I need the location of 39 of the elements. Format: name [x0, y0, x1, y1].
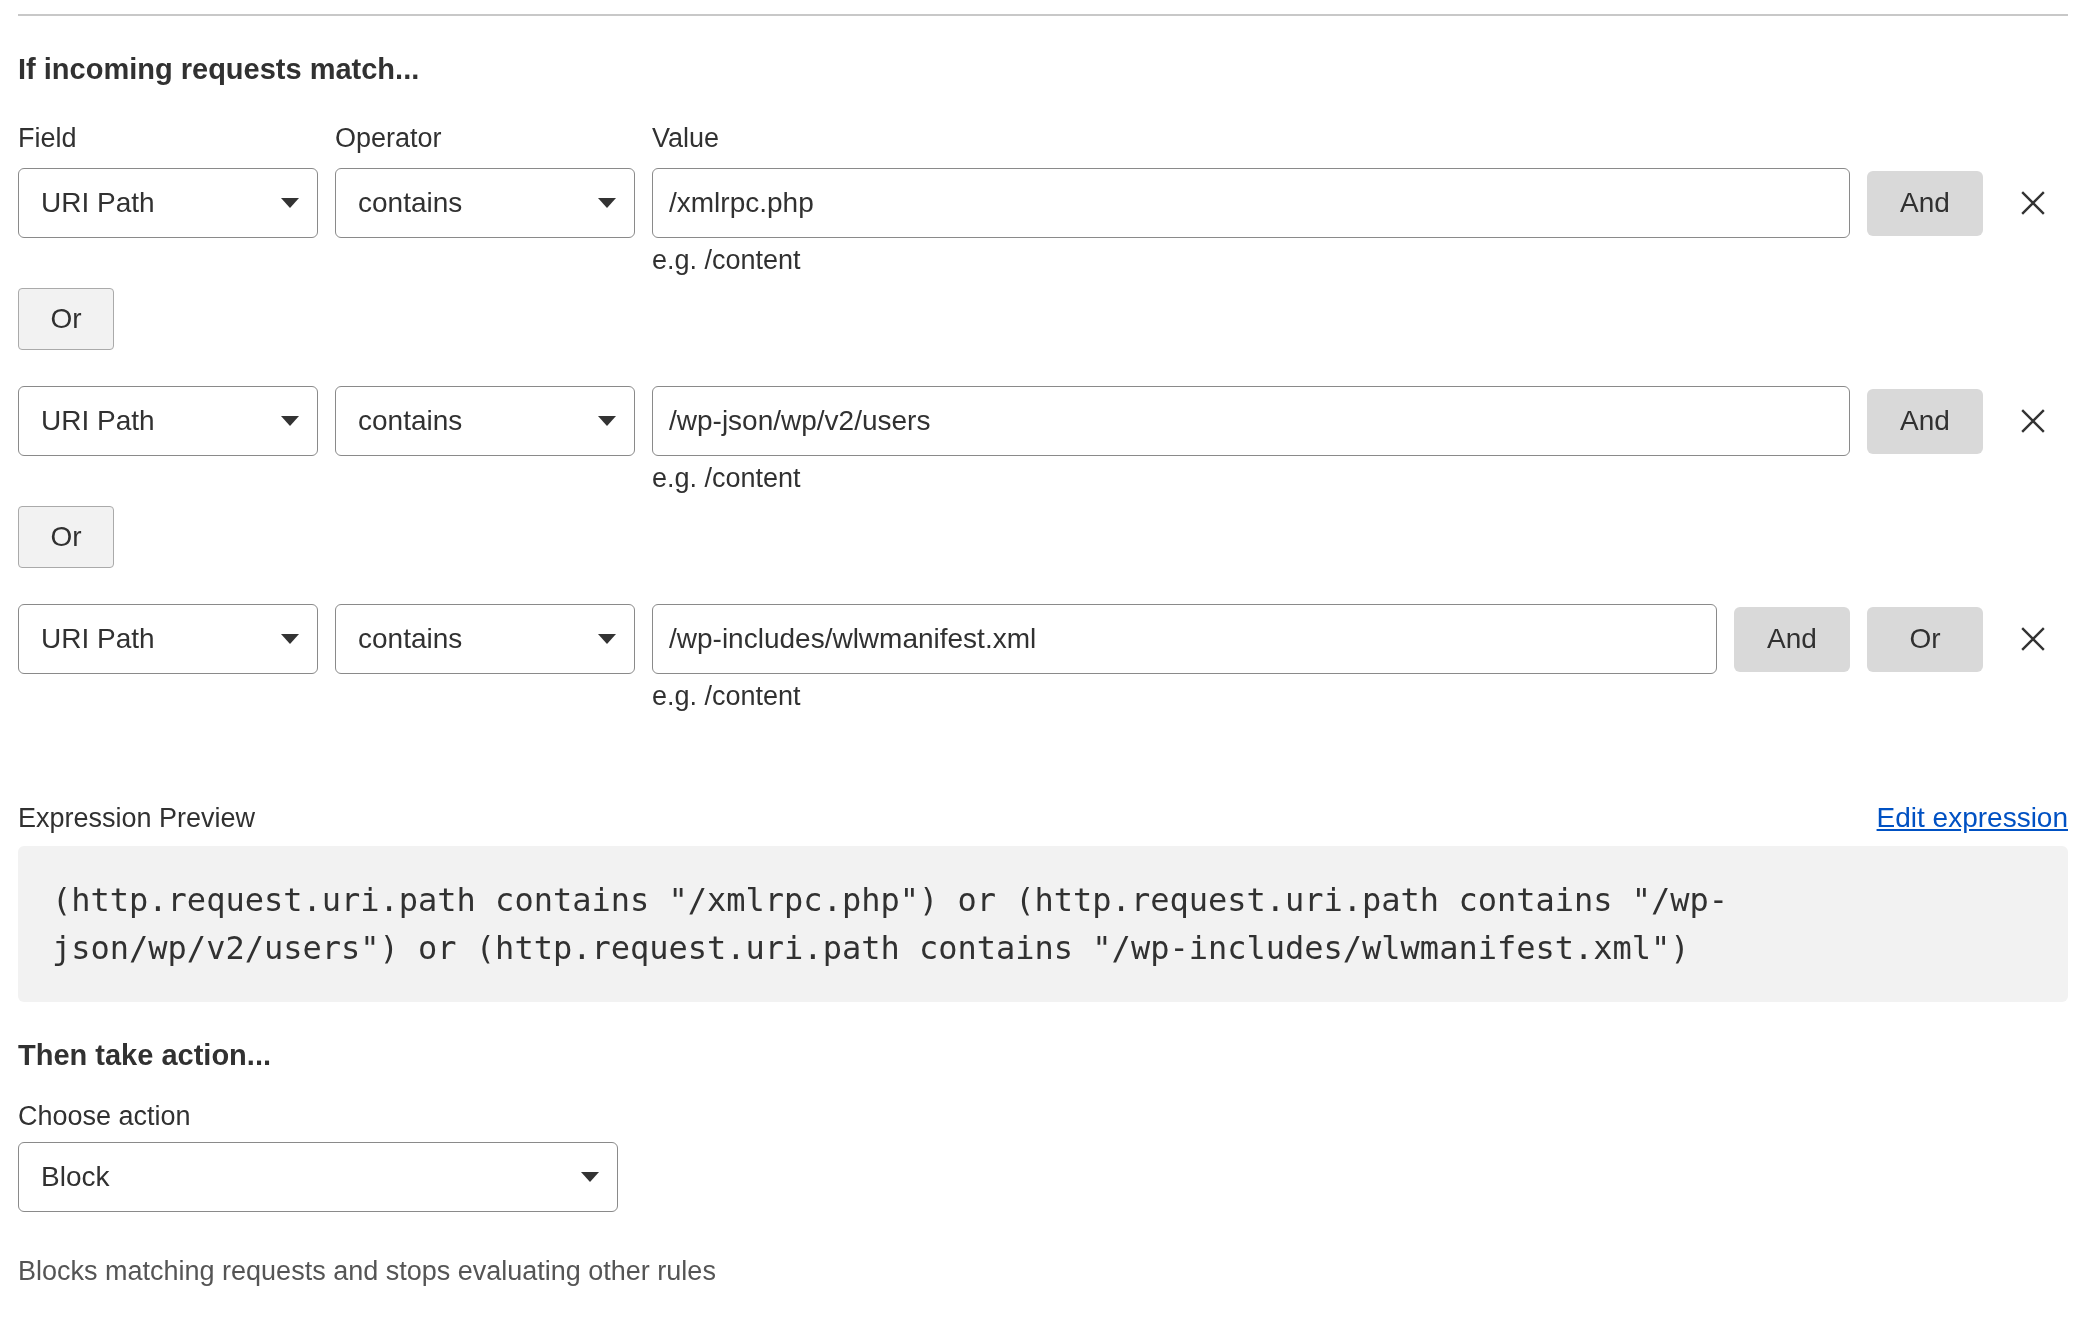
section-heading: If incoming requests match... — [18, 52, 421, 86]
operator-dropdown[interactable]: contains — [335, 386, 635, 456]
caret-icon — [281, 198, 299, 208]
caret-icon — [598, 198, 616, 208]
section-heading: Then take action... — [18, 1038, 272, 1072]
action-description: Blocks matching requests and stops evaluating other rules — [18, 1256, 717, 1287]
logic-button[interactable]: Or — [1867, 606, 1983, 672]
value-input[interactable]: /wp-json/wp/v2/users — [652, 386, 1850, 456]
action-label: Choose action — [18, 1100, 192, 1132]
logic-button[interactable]: And — [1867, 388, 1983, 454]
column-label: Operator — [335, 122, 443, 154]
hint-text: e.g. /content — [652, 681, 801, 711]
expression-code: (http.request.uri.path contains "/xmlrpc.php") or (http.request.uri.path contains "/wp-json/wp/v2/users") or (http.request.uri.path contains "/wp-includes/wlwmanifest.xml") — [18, 846, 2068, 1002]
value-input[interactable]: /xmlrpc.php — [652, 168, 1850, 238]
caret-icon — [581, 1172, 599, 1182]
column-label: Field — [18, 122, 78, 154]
field-dropdown[interactable]: URI Path — [18, 604, 318, 674]
or-button[interactable]: Or — [18, 506, 114, 568]
caret-icon — [281, 416, 299, 426]
column-label: Value — [652, 122, 720, 154]
caret-icon — [281, 634, 299, 644]
operator-dropdown[interactable]: contains — [335, 604, 635, 674]
action-dropdown[interactable]: Block — [18, 1142, 618, 1212]
preview-label: Expression Preview — [18, 802, 257, 834]
close-icon[interactable] — [2020, 408, 2046, 434]
field-dropdown[interactable]: URI Path — [18, 168, 318, 238]
caret-icon — [598, 634, 616, 644]
hint-text: e.g. /content — [652, 463, 801, 493]
logic-button[interactable]: And — [1867, 170, 1983, 236]
or-button[interactable]: Or — [18, 288, 114, 350]
operator-dropdown[interactable]: contains — [335, 168, 635, 238]
logic-button[interactable]: And — [1734, 606, 1850, 672]
hint-text: e.g. /content — [652, 245, 801, 275]
close-icon[interactable] — [2020, 190, 2046, 216]
caret-icon — [598, 416, 616, 426]
edit-expression-link[interactable]: Edit expression — [1876, 802, 2068, 834]
close-icon[interactable] — [2020, 626, 2046, 652]
value-input[interactable]: /wp-includes/wlwmanifest.xml — [652, 604, 1717, 674]
field-dropdown[interactable]: URI Path — [18, 386, 318, 456]
